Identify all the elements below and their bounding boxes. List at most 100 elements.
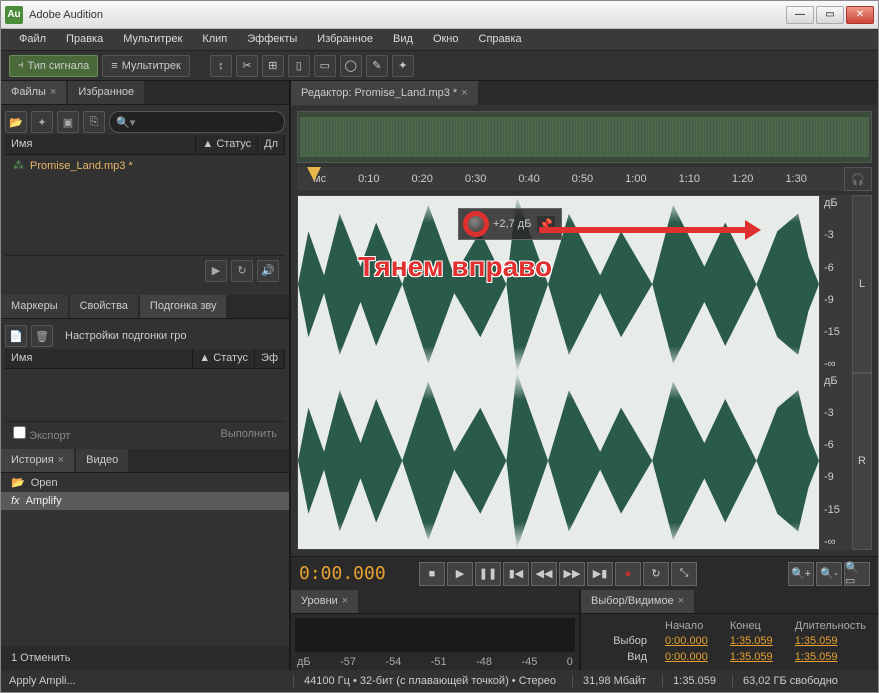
statusbar: Apply Ampli... 44100 Гц • 32-бит (с плав… [1,670,878,692]
tool-brush-icon[interactable]: ✎ [366,55,388,77]
minimize-button[interactable]: — [786,6,814,24]
history-item-amplify[interactable]: fx Amplify [1,492,289,510]
editor-area: мс 0:10 0:20 0:30 0:40 0:50 1:00 1:10 1:… [291,105,878,556]
close-icon[interactable]: × [50,86,56,98]
tab-gain-match[interactable]: Подгонка зву [140,295,227,318]
zoom-in-icon[interactable]: 🔍+ [788,562,814,586]
close-icon[interactable]: × [58,454,64,466]
tool-move-icon[interactable]: ↕ [210,55,232,77]
waveform-view-button[interactable]: ⫞ Тип сигнала [9,55,98,77]
stop-button[interactable]: ■ [419,562,445,586]
column-effect[interactable]: Эф [255,349,285,368]
selection-end[interactable]: 1:35.059 [730,635,783,648]
loop-button[interactable]: ↻ [643,562,669,586]
loop-icon[interactable]: ↻ [231,260,253,282]
tool-lasso-icon[interactable]: ◯ [340,55,362,77]
menu-view[interactable]: Вид [383,29,423,50]
view-duration[interactable]: 1:35.059 [795,651,866,664]
status-free: 63,02 ГБ свободно [732,675,838,687]
timecode-display[interactable]: 0:00.000 [299,563,409,584]
forward-button[interactable]: ▶▶ [559,562,585,586]
overview-waveform[interactable] [297,111,872,163]
execute-button[interactable]: Выполнить [221,428,277,440]
menu-file[interactable]: Файл [9,29,56,50]
skip-selection-button[interactable]: ⤡ [671,562,697,586]
tab-favorites[interactable]: Избранное [68,81,144,104]
editor-tab[interactable]: Редактор: Promise_Land.mp3 * × [291,81,478,105]
tool-time-select-icon[interactable]: ▯ [288,55,310,77]
tool-marquee-icon[interactable]: ▭ [314,55,336,77]
column-status[interactable]: ▲ Статус [196,135,258,154]
channel-left[interactable]: L [852,195,872,373]
selection-start[interactable]: 0:00.000 [665,635,718,648]
status-size: 31,98 Мбайт [572,675,646,687]
tab-files[interactable]: Файлы× [1,81,66,104]
main-toolbar: ⫞ Тип сигнала ≡ Мультитрек ↕ ✂ ⊞ ▯ ▭ ◯ ✎… [1,51,878,81]
view-end[interactable]: 1:35.059 [730,651,783,664]
search-icon: 🔍 [116,116,130,129]
zoom-fit-icon[interactable]: 🔍▭ [844,562,870,586]
menubar: Файл Правка Мультитрек Клип Эффекты Избр… [1,29,878,51]
close-button[interactable]: ✕ [846,6,874,24]
multitrack-view-button[interactable]: ≡ Мультитрек [102,55,190,77]
maximize-button[interactable]: ▭ [816,6,844,24]
waveform-display[interactable]: +2,7 дБ 📌 Тянем вправо [297,195,820,550]
close-icon[interactable]: × [461,87,467,99]
menu-help[interactable]: Справка [469,29,532,50]
open-file-icon[interactable]: 📂 [5,111,27,133]
tab-levels[interactable]: Уровни× [291,590,358,613]
export-checkbox[interactable] [13,426,26,439]
skip-start-button[interactable]: ▮◀ [503,562,529,586]
tab-markers[interactable]: Маркеры [1,295,68,318]
channel-right[interactable]: R [852,373,872,551]
menu-edit[interactable]: Правка [56,29,113,50]
headphone-icon[interactable]: 🎧 [844,167,872,191]
open-icon: 📂 [11,476,25,489]
column-status-2[interactable]: ▲ Статус [193,349,255,368]
meter-scale: дБ-57-54-51-48-450 [291,656,579,670]
tab-video[interactable]: Видео [76,449,128,472]
menu-effects[interactable]: Эффекты [237,29,307,50]
tab-history[interactable]: История× [1,449,74,472]
multitrack-icon: ≡ [111,60,117,72]
menu-window[interactable]: Окно [423,29,469,50]
import-icon[interactable]: ⎘ [83,111,105,133]
column-duration[interactable]: Дл [258,135,285,154]
audio-file-icon: ⁂ [13,159,24,172]
app-title: Adobe Audition [29,9,786,21]
tab-selection[interactable]: Выбор/Видимое× [581,590,694,613]
history-item-open[interactable]: 📂 Open [1,473,289,492]
record-icon[interactable]: ▣ [57,111,79,133]
column-name[interactable]: Имя [5,135,196,154]
gain-hud[interactable]: +2,7 дБ 📌 [458,208,562,240]
pin-icon[interactable]: 📌 [537,216,555,233]
add-icon[interactable]: 📄 [5,325,27,347]
search-input[interactable]: 🔍▾ [109,111,285,133]
tool-razor-icon[interactable]: ✂ [236,55,258,77]
skip-end-button[interactable]: ▶▮ [587,562,613,586]
play-preview-icon[interactable]: ▶ [205,260,227,282]
zoom-out-icon[interactable]: 🔍- [816,562,842,586]
view-start[interactable]: 0:00.000 [665,651,718,664]
timeline[interactable]: мс 0:10 0:20 0:30 0:40 0:50 1:00 1:10 1:… [297,167,844,191]
fx-icon: fx [11,495,20,507]
tool-slip-icon[interactable]: ⊞ [262,55,284,77]
pause-button[interactable]: ❚❚ [475,562,501,586]
gain-value: +2,7 дБ [493,218,531,230]
new-file-icon[interactable]: ✦ [31,111,53,133]
gain-knob-icon[interactable] [465,213,487,235]
play-button[interactable]: ▶ [447,562,473,586]
tab-properties[interactable]: Свойства [70,295,138,318]
remove-icon[interactable]: 🗑 [31,325,53,347]
file-item[interactable]: ⁂ Promise_Land.mp3 * [5,155,285,176]
column-name-2[interactable]: Имя [5,349,193,368]
autoplay-icon[interactable]: 🔊 [257,260,279,282]
tool-spot-heal-icon[interactable]: ✦ [392,55,414,77]
menu-clip[interactable]: Клип [192,29,237,50]
rewind-button[interactable]: ◀◀ [531,562,557,586]
menu-favorites[interactable]: Избранное [307,29,383,50]
menu-multitrack[interactable]: Мультитрек [113,29,192,50]
selection-duration[interactable]: 1:35.059 [795,635,866,648]
db-scale: дБ-3-6-9-15-∞ дБ-3-6-9-15-∞ [820,195,852,550]
record-button[interactable]: ● [615,562,641,586]
